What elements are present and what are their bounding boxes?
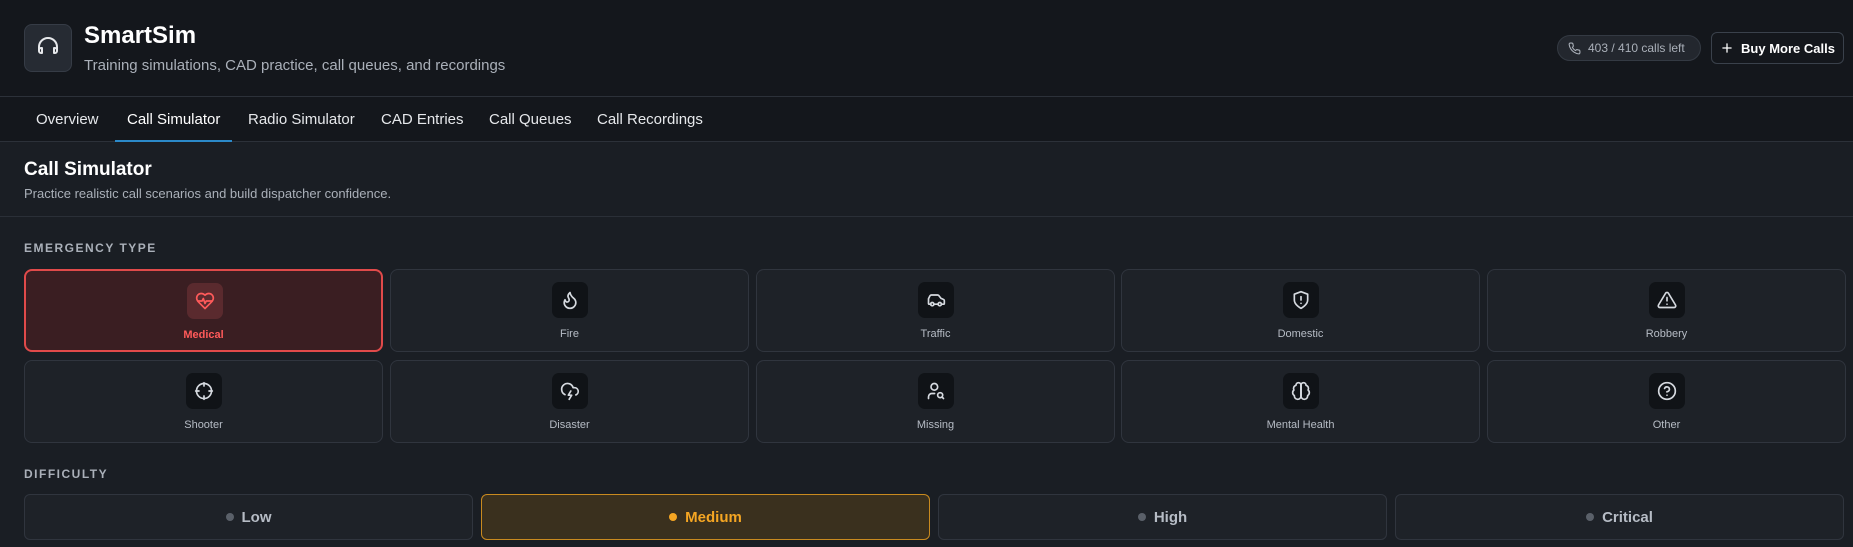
emergency-type-domestic[interactable]: Domestic: [1121, 269, 1480, 352]
tab-radio-simulator[interactable]: Radio Simulator: [236, 97, 367, 142]
difficulty-label-text: Low: [241, 508, 272, 526]
tab-cad-entries[interactable]: CAD Entries: [369, 97, 476, 142]
status-dot: [1137, 513, 1146, 521]
icon-box: [187, 283, 223, 319]
emergency-type-label-text: Disaster: [549, 419, 590, 431]
difficulty-label-text: Medium: [685, 508, 742, 526]
icon-box: [552, 373, 588, 409]
emergency-type-label-text: Robbery: [1645, 328, 1688, 340]
emergency-type-label-text: Other: [1652, 419, 1681, 431]
difficulty-high-button[interactable]: High: [938, 494, 1387, 540]
tab-call-queues[interactable]: Call Queues: [477, 97, 584, 142]
emergency-type-other[interactable]: Other: [1487, 360, 1846, 443]
brain-icon: [1291, 381, 1311, 401]
difficulty-label: DIFFICULTY: [24, 467, 109, 481]
difficulty-label-text: Critical: [1602, 508, 1653, 526]
icon-box: [1283, 282, 1319, 318]
emergency-type-label-text: Domestic: [1277, 328, 1324, 340]
emergency-type-label-text: Fire: [560, 328, 579, 340]
calls-left-text: 403 / 410 calls left: [1588, 41, 1685, 55]
page-title: Call Simulator: [24, 159, 152, 180]
emergency-type-shooter[interactable]: Shooter: [24, 360, 383, 443]
warning-triangle-icon: [1657, 291, 1677, 309]
icon-box: [1649, 282, 1685, 318]
heart-pulse-icon: [195, 292, 215, 310]
emergency-type-medical[interactable]: Medical: [24, 269, 383, 352]
emergency-type-missing[interactable]: Missing: [756, 360, 1115, 443]
plus-icon: [1722, 43, 1732, 53]
emergency-type-label-text: Medical: [183, 329, 224, 341]
help-circle-icon: [1657, 381, 1677, 401]
app-logo: [24, 24, 72, 72]
flame-icon: [563, 291, 577, 310]
tab-overview[interactable]: Overview: [24, 97, 111, 142]
page-description: Practice realistic call scenarios and bu…: [24, 186, 392, 201]
icon-box: [186, 373, 222, 409]
car-icon: [927, 294, 946, 307]
section-divider: [0, 216, 1853, 217]
icon-box: [552, 282, 588, 318]
emergency-type-label-text: Shooter: [184, 419, 223, 431]
phone-icon: [1568, 42, 1581, 54]
icon-box: [1283, 373, 1319, 409]
emergency-type-label-text: Missing: [916, 419, 955, 431]
tab-call-recordings[interactable]: Call Recordings: [585, 97, 715, 142]
app-subtitle: Training simulations, CAD practice, call…: [84, 57, 506, 74]
crosshair-icon: [194, 381, 214, 401]
icon-box: [918, 373, 954, 409]
emergency-type-label-text: Traffic: [920, 328, 951, 340]
app-title: SmartSim: [84, 22, 197, 49]
emergency-type-fire[interactable]: Fire: [390, 269, 749, 352]
buy-more-calls-label: Buy More Calls: [1741, 40, 1835, 56]
emergency-type-disaster[interactable]: Disaster: [390, 360, 749, 443]
emergency-type-mental-health[interactable]: Mental Health: [1121, 360, 1480, 443]
emergency-type-robbery[interactable]: Robbery: [1487, 269, 1846, 352]
difficulty-label-text: High: [1153, 508, 1188, 526]
tab-call-simulator[interactable]: Call Simulator: [115, 97, 233, 142]
difficulty-medium-button[interactable]: Medium: [481, 494, 930, 540]
user-search-icon: [927, 382, 945, 400]
app-header: SmartSim Training simulations, CAD pract…: [0, 0, 1853, 97]
icon-box: [918, 282, 954, 318]
status-dot: [669, 513, 678, 521]
shield-alert-icon: [1293, 290, 1309, 310]
calls-left-badge: 403 / 410 calls left: [1557, 35, 1701, 61]
difficulty-critical-button[interactable]: Critical: [1395, 494, 1844, 540]
tab-bar: Overview Call Simulator Radio Simulator …: [0, 97, 1853, 142]
headphones-icon: [38, 37, 58, 54]
emergency-type-label-text: Mental Health: [1266, 419, 1335, 431]
difficulty-low-button[interactable]: Low: [24, 494, 473, 540]
buy-more-calls-button[interactable]: Buy More Calls: [1711, 32, 1844, 64]
emergency-type-label: EMERGENCY TYPE: [24, 241, 157, 255]
icon-box: [1649, 373, 1685, 409]
status-dot: [1586, 513, 1595, 521]
status-dot: [225, 513, 234, 521]
cloud-lightning-icon: [560, 382, 580, 401]
emergency-type-traffic[interactable]: Traffic: [756, 269, 1115, 352]
